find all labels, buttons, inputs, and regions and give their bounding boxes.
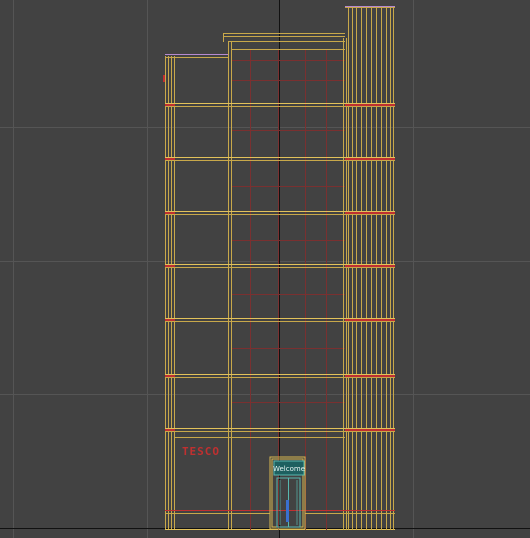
center-glass-facade	[232, 38, 347, 530]
door-sign-text: Welcome	[273, 465, 305, 473]
3d-viewport-front-view[interactable]: TESCO Welcome	[0, 0, 530, 538]
door-handle	[286, 500, 289, 522]
building-elevation-model[interactable]: TESCO Welcome	[0, 0, 530, 538]
right-stair-tower	[345, 7, 395, 530]
entrance-door[interactable]: Welcome	[269, 456, 306, 530]
shop-signage-text: TESCO	[182, 445, 220, 458]
